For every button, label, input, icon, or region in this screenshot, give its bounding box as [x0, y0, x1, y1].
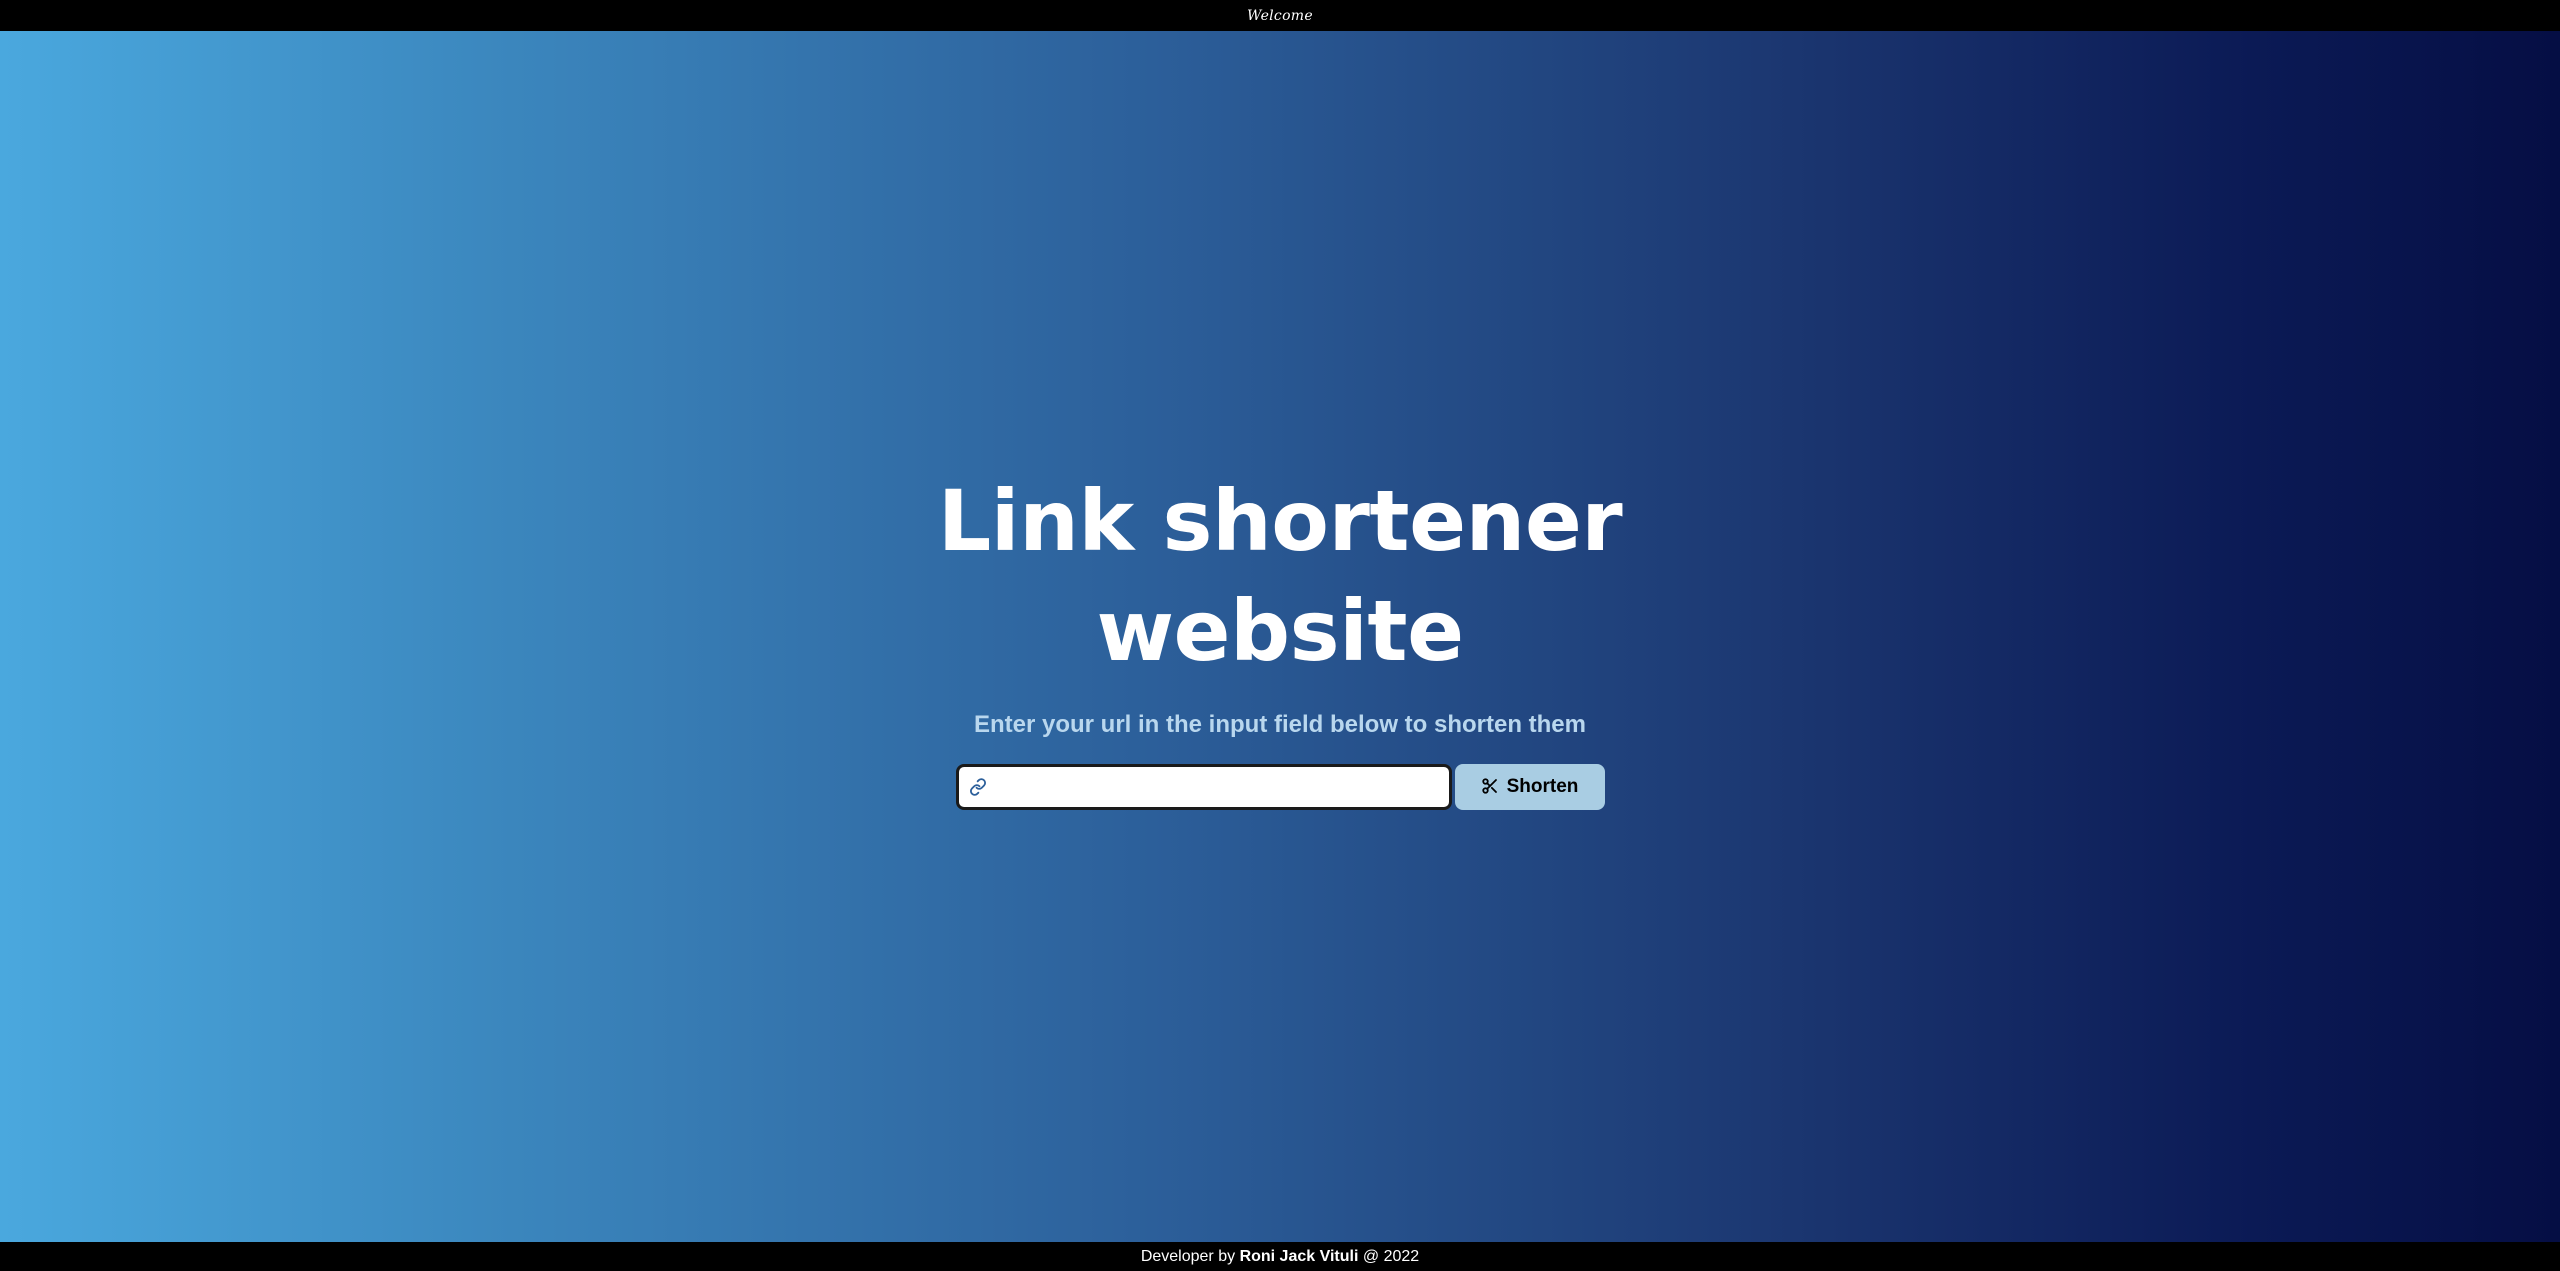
- footer-developer-name: Roni Jack Vituli: [1239, 1247, 1359, 1265]
- page-subtitle: Enter your url in the input field below …: [973, 711, 1586, 738]
- page-title-line-1: Link shortener: [937, 472, 1623, 570]
- page-title: Link shortener website: [0, 466, 2560, 686]
- page: Welcome Link shortener website Enter you…: [0, 0, 2560, 1271]
- link-icon: [967, 776, 989, 798]
- hero-content: Link shortener website Enter your url in…: [0, 466, 2560, 810]
- scissors-icon: [1481, 777, 1499, 798]
- top-bar: Welcome: [0, 0, 2560, 32]
- shorten-form: Shorten: [0, 764, 2560, 810]
- url-input-wrapper[interactable]: [955, 764, 1452, 810]
- footer-copyright: @ 2022: [1362, 1247, 1420, 1265]
- page-title-line-2: website: [1096, 582, 1464, 680]
- welcome-title: Welcome: [1247, 7, 1313, 24]
- footer-prefix: Developer by: [1140, 1247, 1236, 1265]
- shorten-button-label: Shorten: [1506, 776, 1579, 797]
- url-input[interactable]: [988, 769, 1449, 805]
- footer: Developer by Roni Jack Vituli @ 2022: [0, 1242, 2560, 1271]
- shorten-button[interactable]: Shorten: [1454, 764, 1605, 810]
- hero-section: Link shortener website Enter your url in…: [0, 31, 2560, 1242]
